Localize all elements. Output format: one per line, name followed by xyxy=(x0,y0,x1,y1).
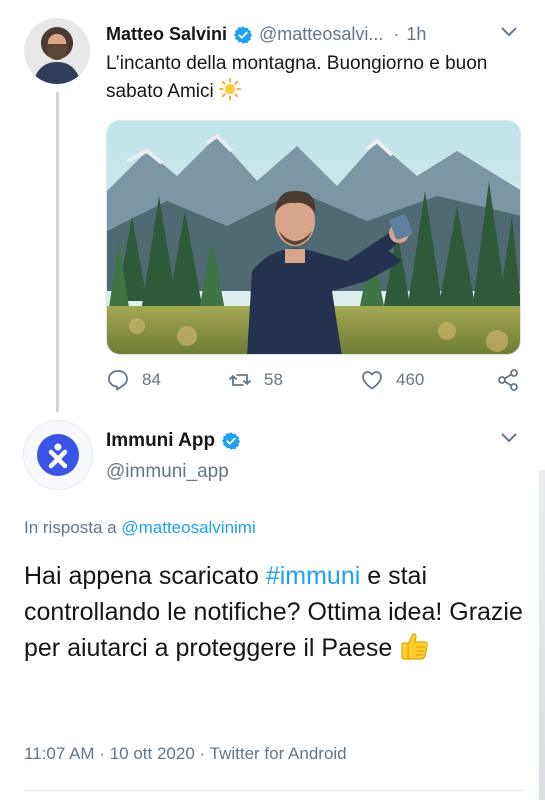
in-reply-label: In risposta a xyxy=(24,518,117,537)
immuni-logo xyxy=(37,434,79,476)
comment-icon xyxy=(108,370,128,391)
avatar-shirt xyxy=(34,62,80,84)
avatar-beard xyxy=(47,44,67,60)
reply-author-header: Immuni App xyxy=(106,430,247,452)
immuni-logo-icon xyxy=(48,443,68,469)
like-count: 460 xyxy=(396,370,425,389)
chevron-down-icon[interactable] xyxy=(500,26,518,38)
retweet-icon xyxy=(229,374,251,386)
retweet-count: 58 xyxy=(264,370,283,389)
verified-icon xyxy=(233,25,253,44)
reply-text: Hai appena scaricato #immuni e stai cont… xyxy=(24,558,524,666)
share-action[interactable] xyxy=(496,368,532,392)
reply-action[interactable]: 84 xyxy=(106,368,161,392)
in-reply-to: In risposta a @matteosalvinimi xyxy=(24,518,256,538)
chevron-down-icon[interactable] xyxy=(500,432,518,444)
thread-line xyxy=(56,92,59,412)
tweet-text-content: L’incanto della montagna. Buongiorno e b… xyxy=(106,53,488,102)
reply-author-handle[interactable]: @immuni_app xyxy=(106,461,229,483)
tweet-time[interactable]: 1h xyxy=(406,24,426,45)
meta-separator: · xyxy=(99,744,105,763)
share-icon xyxy=(498,369,518,391)
like-action[interactable]: 460 xyxy=(360,368,424,392)
divider xyxy=(24,790,524,791)
sun-icon xyxy=(219,78,242,100)
hashtag-link[interactable]: #immuni xyxy=(266,562,360,590)
reply-source[interactable]: Twitter for Android xyxy=(210,744,347,763)
reply-time: 11:07 AM xyxy=(24,744,95,763)
immuni-avatar[interactable] xyxy=(23,420,93,490)
reply-text-part1: Hai appena scaricato xyxy=(24,562,259,590)
tweet-photo[interactable] xyxy=(106,120,521,355)
heart-icon xyxy=(362,371,382,390)
retweet-action[interactable]: 58 xyxy=(228,368,283,392)
reply-author-name[interactable]: Immuni App xyxy=(106,430,215,452)
tweet-header: Matteo Salvini @matteosalvi... · 1h xyxy=(106,24,426,45)
author-name[interactable]: Matteo Salvini xyxy=(106,24,227,45)
scrollbar[interactable] xyxy=(539,470,545,800)
original-tweet[interactable]: Matteo Salvini @matteosalvi... · 1h L’in… xyxy=(0,0,545,412)
in-reply-handle-link[interactable]: @matteosalvinimi xyxy=(121,518,255,537)
reply-count: 84 xyxy=(142,370,161,389)
verified-icon xyxy=(221,432,241,450)
reply-date: 10 ott 2020 xyxy=(109,744,195,763)
tweet-text: L’incanto della montagna. Buongiorno e b… xyxy=(106,50,526,106)
author-avatar[interactable] xyxy=(24,18,90,84)
author-handle[interactable]: @matteosalvi... xyxy=(259,24,383,45)
thumbs-up-icon xyxy=(401,633,429,660)
mountain-selfie-image xyxy=(107,121,520,354)
meta-separator: · xyxy=(199,744,206,763)
tweet-meta: 11:07 AM · 10 ott 2020 · Twitter for And… xyxy=(24,744,347,764)
time-separator: · xyxy=(393,24,400,44)
